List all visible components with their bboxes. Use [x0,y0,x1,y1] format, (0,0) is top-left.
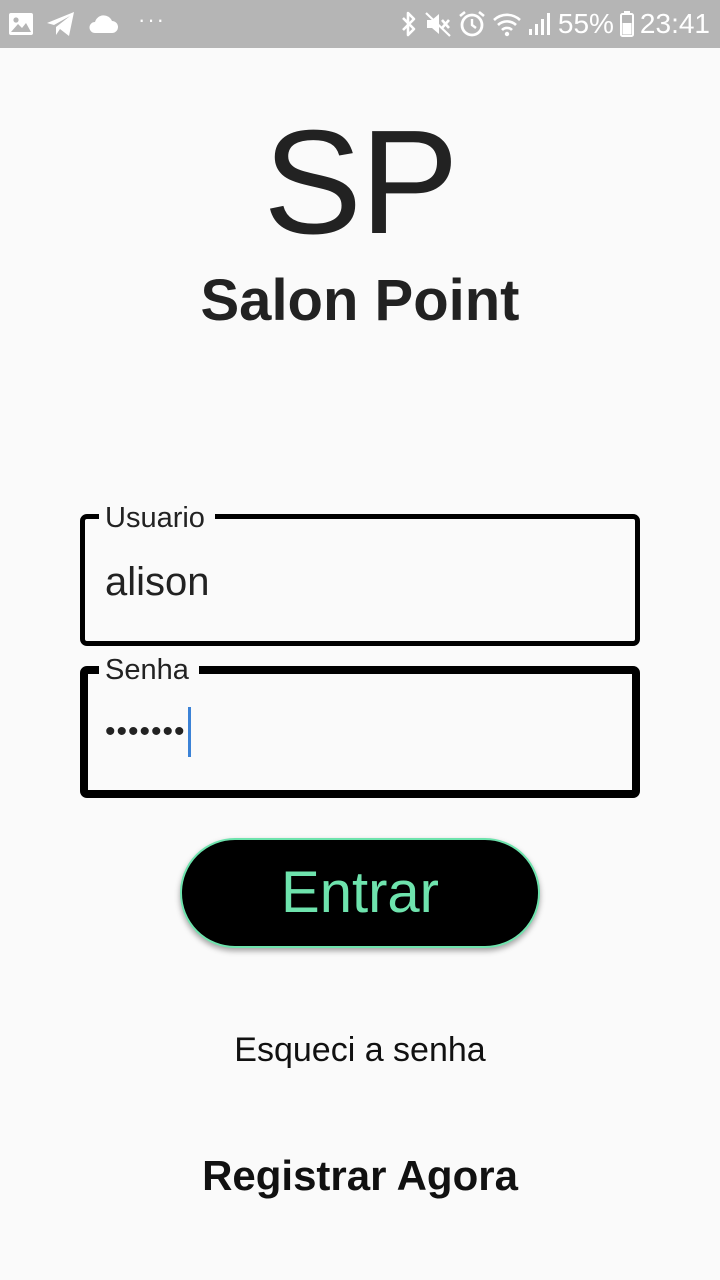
wifi-icon [492,11,522,37]
register-link[interactable]: Registrar Agora [0,1150,720,1202]
cloud-icon [88,13,118,35]
password-label: Senha [99,654,199,686]
clock: 23:41 [639,8,710,39]
forgot-password-link[interactable]: Esqueci a senha [0,1028,720,1072]
app-logo-mark: SP [263,100,458,265]
mute-icon [424,10,452,38]
username-label: Usuario [99,502,215,534]
status-bar-notifications: ··· [8,8,166,40]
status-bar: ··· 55% 23:41 [0,0,720,48]
text-cursor [187,707,191,757]
overflow-indicator: ··· [138,7,166,32]
login-button[interactable]: Entrar [180,838,540,948]
alarm-icon [458,10,486,38]
status-bar-system: 55% 23:41 [400,6,710,42]
password-mask: ••••••• [105,715,186,748]
password-input[interactable]: ••••••• [105,707,191,757]
username-input[interactable]: alison [105,557,210,607]
app-name: Salon Point [200,268,520,333]
telegram-icon [46,11,76,37]
signal-icon [528,12,552,36]
battery-percent: 55% [557,8,614,39]
username-field[interactable]: Usuario alison [80,502,640,646]
password-field[interactable]: Senha ••••••• [80,654,640,798]
battery-icon [619,11,634,37]
bluetooth-icon [400,10,418,38]
image-icon [8,12,34,36]
